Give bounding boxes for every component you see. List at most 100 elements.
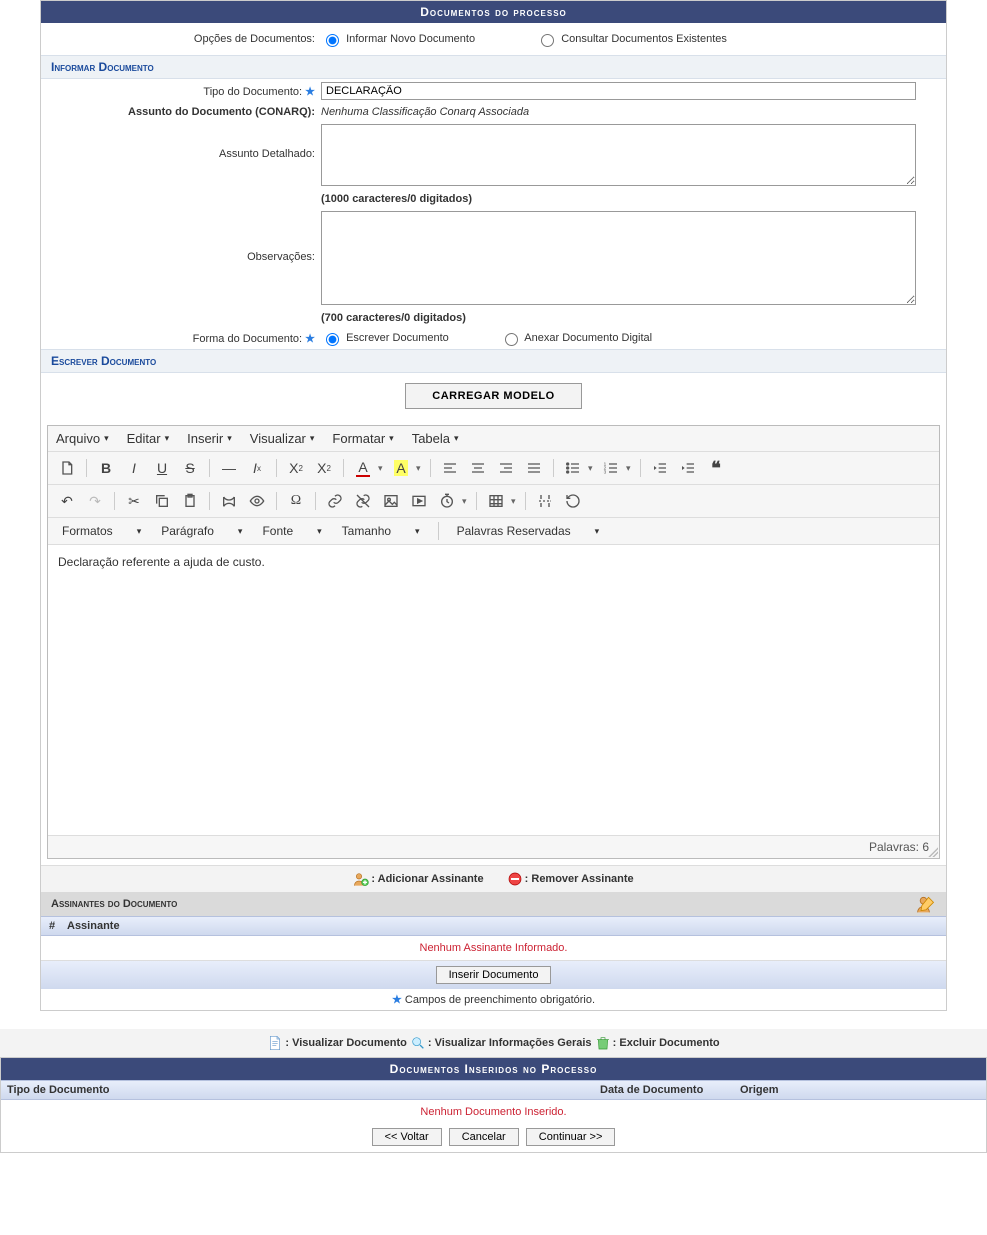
reserved-select[interactable]: Palavras Reservadas▾: [451, 522, 606, 540]
clear-format-icon[interactable]: Ix: [244, 456, 270, 480]
row-obs: Observações: (700 caracteres/0 digitados…: [41, 208, 946, 327]
back-button[interactable]: << Voltar: [372, 1128, 442, 1146]
conarq-value: Nenhuma Classificação Conarq Associada: [321, 106, 946, 118]
resize-grip-icon[interactable]: [928, 847, 938, 857]
tipo-label: Tipo do Documento:: [203, 86, 302, 98]
menu-file[interactable]: Arquivo ▾: [56, 431, 109, 446]
radio-write[interactable]: [326, 333, 339, 346]
bg-color-dd[interactable]: ▾: [416, 463, 424, 474]
signer-legend: : Adicionar Assinante : Remover Assinant…: [41, 865, 946, 892]
strike-icon[interactable]: S: [177, 456, 203, 480]
align-right-icon[interactable]: [493, 456, 519, 480]
radio-consult[interactable]: [541, 34, 554, 47]
assunto-counter: (1000 caracteres/0 digitados): [321, 193, 916, 205]
signer-table-head: # Assinante: [41, 916, 946, 936]
remove-icon: [507, 871, 523, 887]
editor-format-bar: Formatos▾ Parágrafo▾ Fonte▾ Tamanho▾ Pal…: [48, 518, 939, 545]
cut-icon[interactable]: ✂: [121, 489, 147, 513]
align-justify-icon[interactable]: [521, 456, 547, 480]
ul-icon[interactable]: [560, 456, 586, 480]
editor-content[interactable]: Declaração referente a ajuda de custo.: [48, 545, 939, 835]
image-icon[interactable]: [378, 489, 404, 513]
underline-icon[interactable]: U: [149, 456, 175, 480]
pagebreak-icon[interactable]: [532, 489, 558, 513]
align-center-icon[interactable]: [465, 456, 491, 480]
undo-icon[interactable]: ↶: [54, 489, 80, 513]
bold-icon[interactable]: B: [93, 456, 119, 480]
text-color-dd[interactable]: ▾: [378, 463, 386, 474]
menu-format[interactable]: Formatar ▾: [332, 431, 393, 446]
remove-signer-legend: : Remover Assinante: [507, 873, 634, 885]
col-date: Data de Documento: [600, 1084, 740, 1096]
radio-inform[interactable]: [326, 34, 339, 47]
tipo-input[interactable]: [321, 82, 916, 100]
find-icon[interactable]: [216, 489, 242, 513]
new-doc-icon[interactable]: [54, 456, 80, 480]
radio-attach[interactable]: [505, 333, 518, 346]
table-dd[interactable]: ▾: [511, 496, 519, 507]
datetime-icon[interactable]: [434, 489, 460, 513]
radio-inform-label[interactable]: Informar Novo Documento: [321, 33, 478, 45]
assunto-textarea[interactable]: [321, 124, 916, 186]
options-label: Opções de Documentos:: [41, 33, 321, 45]
section-escrever: Escrever Documento: [41, 349, 946, 373]
assunto-label: Assunto Detalhado:: [41, 124, 321, 160]
superscript-icon[interactable]: X2: [311, 456, 337, 480]
subscript-icon[interactable]: X2: [283, 456, 309, 480]
col-name: Assinante: [67, 920, 120, 932]
copy-icon[interactable]: [149, 489, 175, 513]
magnifier-icon: [410, 1035, 426, 1051]
media-icon[interactable]: [406, 489, 432, 513]
radio-write-label[interactable]: Escrever Documento: [321, 332, 452, 344]
hr-icon[interactable]: —: [216, 456, 242, 480]
radio-attach-label[interactable]: Anexar Documento Digital: [500, 332, 652, 344]
font-select[interactable]: Fonte▾: [256, 522, 327, 540]
menu-view[interactable]: Visualizar ▾: [250, 431, 315, 446]
menu-table[interactable]: Tabela ▾: [412, 431, 459, 446]
table-icon[interactable]: [483, 489, 509, 513]
row-forma: Forma do Documento: ★ Escrever Documento…: [41, 327, 946, 349]
col-origin: Origem: [740, 1084, 980, 1096]
trash-icon: [595, 1035, 611, 1051]
words-label: Palavras:: [869, 840, 919, 854]
restore-icon[interactable]: [560, 489, 586, 513]
paste-icon[interactable]: [177, 489, 203, 513]
obs-label: Observações:: [41, 211, 321, 263]
ul-dd[interactable]: ▾: [588, 463, 596, 474]
unlink-icon[interactable]: [350, 489, 376, 513]
cancel-button[interactable]: Cancelar: [449, 1128, 519, 1146]
size-select[interactable]: Tamanho▾: [336, 522, 426, 540]
italic-icon[interactable]: I: [121, 456, 147, 480]
continue-button[interactable]: Continuar >>: [526, 1128, 616, 1146]
load-model-row: CARREGAR MODELO: [41, 373, 946, 419]
bg-color-icon[interactable]: A: [388, 456, 414, 480]
ol-icon[interactable]: 123: [598, 456, 624, 480]
paragraph-select[interactable]: Parágrafo▾: [155, 522, 248, 540]
outdent-icon[interactable]: [647, 456, 673, 480]
text-color-icon[interactable]: A: [350, 456, 376, 480]
datetime-dd[interactable]: ▾: [462, 496, 470, 507]
align-left-icon[interactable]: [437, 456, 463, 480]
ol-dd[interactable]: ▾: [626, 463, 634, 474]
insert-doc-button[interactable]: Inserir Documento: [436, 966, 552, 984]
signers-section-title: Assinantes do Documento: [41, 892, 946, 916]
panel-title: Documentos do processo: [41, 1, 946, 23]
link-icon[interactable]: [322, 489, 348, 513]
add-signer-button[interactable]: [916, 894, 936, 917]
svg-text:3: 3: [604, 469, 607, 474]
radio-consult-label[interactable]: Consultar Documentos Existentes: [536, 33, 727, 45]
indent-icon[interactable]: [675, 456, 701, 480]
formats-select[interactable]: Formatos▾: [56, 522, 147, 540]
omega-icon[interactable]: Ω: [283, 489, 309, 513]
menu-edit[interactable]: Editar ▾: [127, 431, 170, 446]
document-icon: [267, 1035, 283, 1051]
inserted-table-head: Tipo de Documento Data de Documento Orig…: [1, 1080, 986, 1100]
menu-insert[interactable]: Inserir ▾: [187, 431, 232, 446]
section-informar: Informar Documento: [41, 55, 946, 79]
load-model-button[interactable]: CARREGAR MODELO: [405, 383, 581, 409]
col-type: Tipo de Documento: [7, 1084, 600, 1096]
redo-icon[interactable]: ↷: [82, 489, 108, 513]
preview-icon[interactable]: [244, 489, 270, 513]
blockquote-icon[interactable]: ❝: [703, 456, 729, 480]
obs-textarea[interactable]: [321, 211, 916, 305]
